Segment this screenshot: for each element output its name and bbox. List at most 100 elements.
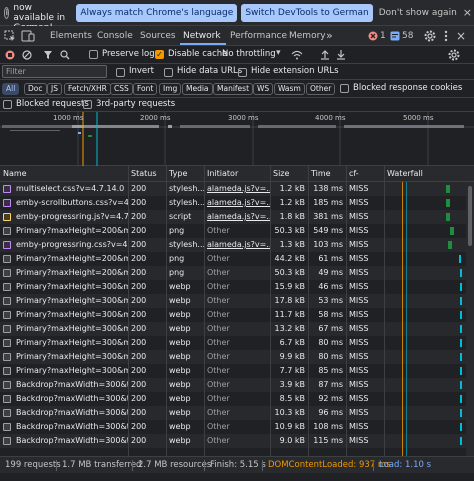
close-infobar-icon[interactable]: × — [461, 4, 474, 22]
error-icon[interactable] — [368, 31, 378, 41]
scrollbar-thumb[interactable] — [468, 186, 472, 246]
filter-input[interactable]: Filter — [2, 65, 107, 78]
device-toolbar-icon[interactable] — [21, 30, 35, 42]
kebab-menu-icon[interactable] — [443, 29, 449, 43]
issues-icon[interactable] — [390, 31, 400, 41]
chip-other[interactable]: Other — [306, 83, 336, 95]
tab-sources[interactable]: Sources — [140, 26, 176, 46]
dont-show-again-button[interactable]: Don't show again — [375, 4, 461, 22]
column-divider[interactable] — [204, 166, 205, 456]
chip-wasm[interactable]: Wasm — [274, 83, 305, 95]
disable-cache-checkbox[interactable]: ✓ — [155, 50, 164, 59]
request-initiator[interactable]: alameda.js?v=... — [204, 238, 270, 252]
request-name[interactable]: Primary?maxHeight=200&ma... — [13, 266, 128, 280]
column-divider[interactable] — [308, 166, 309, 456]
request-name[interactable]: Backdrop?maxWidth=300&ta... — [13, 434, 128, 448]
issues-count[interactable]: 58 — [402, 26, 413, 46]
request-name[interactable]: Primary?maxHeight=300&ma... — [13, 364, 128, 378]
inspect-element-icon[interactable] — [4, 30, 16, 42]
chip-all[interactable]: All — [2, 83, 20, 95]
tab-memory[interactable]: Memory — [289, 26, 326, 46]
network-conditions-icon[interactable] — [291, 50, 303, 60]
request-initiator[interactable]: alameda.js?v=... — [204, 196, 270, 210]
blocked-requests-checkbox[interactable] — [3, 100, 12, 109]
request-name[interactable]: emby-scrollbuttons.css?v=4.7.... — [13, 196, 128, 210]
hide-extension-urls-checkbox[interactable] — [238, 68, 247, 77]
request-name[interactable]: Backdrop?maxWidth=300&ta... — [13, 378, 128, 392]
network-settings-gear-icon[interactable] — [447, 48, 461, 62]
request-name[interactable]: emby-progressring.css?v=4.7.... — [13, 238, 128, 252]
request-name[interactable]: Primary?maxHeight=300&ma... — [13, 336, 128, 350]
request-time: 53 ms — [318, 296, 343, 305]
col-status[interactable]: Status — [128, 166, 166, 182]
vertical-scrollbar[interactable] — [466, 182, 474, 456]
error-count[interactable]: 1 — [380, 26, 386, 46]
waterfall-bar — [460, 423, 463, 431]
chip-font[interactable]: Font — [133, 83, 158, 95]
request-name[interactable]: Backdrop?maxWidth=300&ta... — [13, 420, 128, 434]
col-name[interactable]: Name — [0, 166, 128, 182]
filter-icon[interactable] — [43, 50, 53, 60]
request-name[interactable]: Backdrop?maxWidth=300&ta... — [13, 392, 128, 406]
request-cache: MISS — [349, 240, 369, 249]
chip-ws[interactable]: WS — [253, 83, 274, 95]
request-name[interactable]: Primary?maxHeight=300&ma... — [13, 322, 128, 336]
column-divider[interactable] — [270, 166, 271, 456]
export-har-icon[interactable] — [336, 49, 346, 60]
request-name[interactable]: Primary?maxHeight=200&ma... — [13, 224, 128, 238]
third-party-checkbox[interactable] — [83, 100, 92, 109]
request-name[interactable]: multiselect.css?v=4.7.14.0 — [13, 182, 128, 196]
column-divider[interactable] — [166, 166, 167, 456]
request-time: 138 ms — [313, 184, 343, 193]
request-initiator[interactable]: alameda.js?v=... — [204, 182, 270, 196]
chip-img[interactable]: Img — [159, 83, 182, 95]
close-devtools-icon[interactable]: × — [456, 26, 466, 46]
request-name[interactable]: Primary?maxHeight=300&ma... — [13, 308, 128, 322]
chip-manifest[interactable]: Manifest — [213, 83, 254, 95]
request-type: png — [169, 254, 185, 263]
chip-fetch-xhr[interactable]: Fetch/XHR — [64, 83, 111, 95]
settings-gear-icon[interactable] — [423, 29, 437, 43]
request-name[interactable]: Primary?maxHeight=300&ma... — [13, 280, 128, 294]
col-type[interactable]: Type — [166, 166, 204, 182]
record-stop-icon[interactable] — [5, 50, 15, 60]
request-name[interactable]: Primary?maxHeight=300&ma... — [13, 294, 128, 308]
throttling-select[interactable]: No throttling — [222, 49, 276, 59]
tab-elements[interactable]: Elements — [50, 26, 92, 46]
throttling-chevron-icon[interactable]: ▾ — [276, 48, 281, 58]
preserve-log-checkbox[interactable] — [89, 50, 98, 59]
import-har-icon[interactable] — [320, 49, 330, 60]
chip-js[interactable]: JS — [47, 83, 62, 95]
chip-media[interactable]: Media — [182, 83, 213, 95]
chip-doc[interactable]: Doc — [24, 83, 47, 95]
request-name[interactable]: Primary?maxHeight=300&ma... — [13, 350, 128, 364]
invert-checkbox[interactable] — [116, 68, 125, 77]
request-size: 50.3 kB — [274, 226, 305, 235]
column-divider[interactable] — [346, 166, 347, 456]
column-divider[interactable] — [384, 166, 385, 456]
col-size[interactable]: Size — [270, 166, 308, 182]
request-size: 13.2 kB — [274, 324, 305, 333]
request-time: 58 ms — [318, 310, 343, 319]
request-name[interactable]: emby-progressring.js?v=4.7.1... — [13, 210, 128, 224]
tab-performance[interactable]: Performance — [230, 26, 287, 46]
request-name[interactable]: Primary?maxHeight=200&ma... — [13, 252, 128, 266]
col-time[interactable]: Time — [308, 166, 346, 182]
request-name[interactable]: Backdrop?maxWidth=300&ta... — [13, 406, 128, 420]
tab-console[interactable]: Console — [97, 26, 133, 46]
chip-css[interactable]: CSS — [110, 83, 133, 95]
more-tabs-icon[interactable]: » — [326, 26, 333, 46]
blocked-cookies-checkbox[interactable] — [340, 84, 349, 93]
request-initiator: Other — [207, 254, 230, 263]
col-waterfall[interactable]: Waterfall — [384, 166, 474, 182]
clear-icon[interactable] — [22, 50, 32, 60]
col-cf-cache[interactable]: cf-cach... — [346, 166, 384, 194]
hide-data-urls-checkbox[interactable] — [164, 68, 173, 77]
switch-to-german-button[interactable]: Switch DevTools to German — [241, 3, 373, 22]
column-divider[interactable] — [128, 166, 129, 456]
request-initiator[interactable]: alameda.js?v=... — [204, 210, 270, 224]
request-status: 200 — [131, 352, 147, 361]
always-match-language-button[interactable]: Always match Chrome's language — [76, 3, 238, 22]
col-initiator[interactable]: Initiator — [204, 166, 270, 182]
search-icon[interactable] — [60, 50, 70, 60]
